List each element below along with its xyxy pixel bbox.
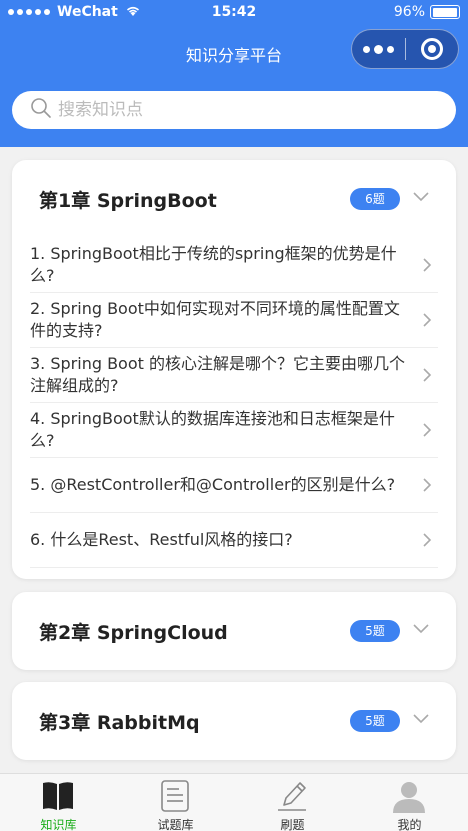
chevron-down-icon[interactable] (412, 712, 430, 726)
chapter-title: 第2章 SpringCloud (39, 622, 228, 644)
question-text: 3. Spring Boot 的核心注解是哪个？它主要由哪几个注解组成的? (30, 354, 405, 395)
battery-percent: 96% (393, 4, 425, 20)
search-icon (30, 97, 52, 123)
more-button[interactable] (352, 29, 405, 69)
user-icon (393, 782, 425, 813)
question-list: 1. SpringBoot相比于传统的spring框架的优势是什么? 2. Sp… (30, 238, 438, 568)
more-dot-icon (374, 44, 383, 54)
nav-bar: 知识分享平台 (0, 26, 468, 80)
close-button[interactable] (406, 29, 458, 69)
chevron-down-icon[interactable] (412, 190, 430, 204)
chapter-card-1: 第1章 SpringBoot 6题 1. SpringBoot相比于传统的spr… (12, 160, 456, 579)
more-dot-icon (387, 45, 394, 53)
chapter-title: 第3章 RabbitMq (39, 712, 200, 734)
tab-label: 我的 (397, 818, 422, 831)
question-count-badge: 6题 (350, 188, 400, 210)
question-item-1[interactable]: 1. SpringBoot相比于传统的spring框架的优势是什么? (30, 238, 438, 293)
question-text: 5. @RestController和@Controller的区别是什么? (30, 475, 396, 494)
question-item-4[interactable]: 4. SpringBoot默认的数据库连接池和日志框架是什么? (30, 403, 438, 458)
chapter-card-3: 第3章 RabbitMq 5题 (12, 682, 456, 760)
chapter-title: 第1章 SpringBoot (39, 190, 217, 212)
chevron-down-icon[interactable] (412, 622, 430, 636)
search-box[interactable] (12, 91, 456, 129)
question-item-5[interactable]: 5. @RestController和@Controller的区别是什么? (30, 458, 438, 513)
chevron-right-icon (423, 313, 432, 327)
question-count-badge: 5题 (350, 620, 400, 642)
question-count-badge: 5题 (350, 710, 400, 732)
chevron-right-icon (423, 368, 432, 382)
tab-question-bank[interactable]: 试题库 (117, 774, 234, 831)
question-text: 2. Spring Boot中如何实现对不同环境的属性配置文件的支持? (30, 299, 400, 340)
book-icon (43, 782, 73, 810)
status-bar: WeChat 15:42 96% (0, 0, 468, 26)
chapter-header-3[interactable]: 第3章 RabbitMq 5题 (12, 682, 456, 760)
pencil-icon (278, 782, 306, 811)
tab-label: 知识库 (40, 818, 77, 831)
question-text: 4. SpringBoot默认的数据库连接池和日志框架是什么? (30, 409, 395, 450)
mini-program-capsule (351, 29, 459, 69)
battery-status: 96% (394, 4, 460, 20)
chapter-card-2: 第2章 SpringCloud 5题 (12, 592, 456, 670)
chevron-right-icon (423, 423, 432, 437)
chevron-right-icon (423, 258, 432, 272)
chapter-header-1[interactable]: 第1章 SpringBoot 6题 (12, 160, 456, 238)
chapter-header-2[interactable]: 第2章 SpringCloud 5题 (12, 592, 456, 670)
question-text: 6. 什么是Rest、Restful风格的接口? (30, 530, 293, 549)
chevron-right-icon (423, 533, 432, 547)
search-input[interactable] (58, 100, 438, 120)
more-dot-icon (363, 45, 370, 53)
search-area (0, 80, 468, 147)
target-icon (420, 38, 443, 60)
tab-knowledge-base[interactable]: 知识库 (0, 774, 117, 831)
document-icon (161, 780, 189, 812)
tab-label: 试题库 (157, 818, 194, 831)
tab-practice[interactable]: 刷题 (234, 774, 351, 831)
battery-icon (430, 5, 460, 19)
question-item-2[interactable]: 2. Spring Boot中如何实现对不同环境的属性配置文件的支持? (30, 293, 438, 348)
question-item-3[interactable]: 3. Spring Boot 的核心注解是哪个？它主要由哪几个注解组成的? (30, 348, 438, 403)
chevron-right-icon (423, 478, 432, 492)
question-text: 1. SpringBoot相比于传统的spring框架的优势是什么? (30, 244, 397, 285)
question-item-6[interactable]: 6. 什么是Rest、Restful风格的接口? (30, 513, 438, 568)
tab-profile[interactable]: 我的 (351, 774, 468, 831)
tab-bar: 知识库 试题库 刷题 我的 (0, 773, 468, 831)
tab-label: 刷题 (280, 818, 305, 831)
